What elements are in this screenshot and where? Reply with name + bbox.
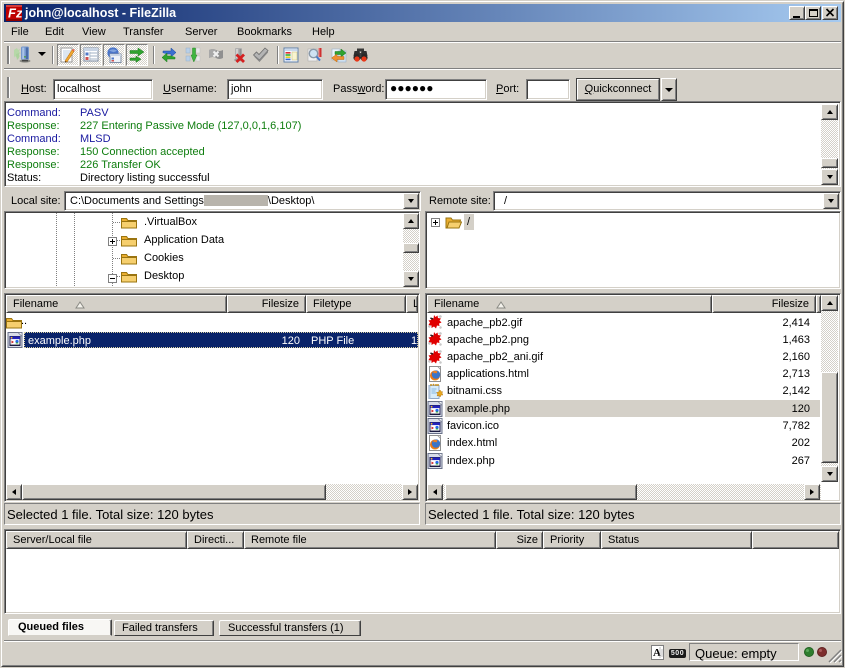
svg-text:Fz: Fz <box>8 6 22 21</box>
